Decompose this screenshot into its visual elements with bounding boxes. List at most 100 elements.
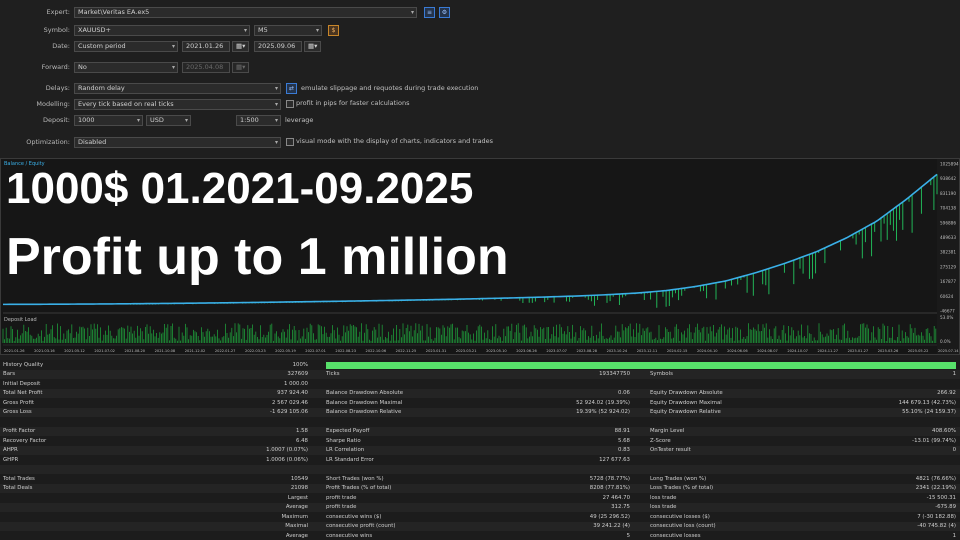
forward-select[interactable]: No ▾ (74, 62, 178, 73)
delays-check-label: emulate slippage and requotes during tra… (301, 84, 479, 92)
stat-label: Equity Drawdown Absolute (650, 390, 723, 396)
deposit-input[interactable]: 1000 ▾ (74, 115, 143, 126)
stats-row: Profit Factor 1.58 Expected Payoff 88.91 Mar… (0, 427, 960, 436)
x-tick-label: 2023.08.28 (576, 349, 597, 353)
stat-label: LR Standard Error (326, 456, 374, 463)
period-select[interactable]: M5 ▾ (254, 25, 322, 36)
stat-value: -15 500.31 (926, 494, 956, 501)
stat-label: Initial Deposit (3, 380, 41, 387)
date-from-input[interactable]: 2021.01.26 (182, 41, 230, 52)
stat-value: -1 629 105.06 (270, 409, 308, 415)
stat-value: 408.60% (932, 428, 956, 434)
stat-label: Average (285, 532, 308, 539)
x-tick-label: 2023.12.11 (637, 349, 658, 353)
deposit-value: 1000 (78, 116, 95, 124)
stats-row: Largest profit trade 27 464.70 loss trade -1… (0, 494, 960, 503)
forward-value: No (78, 63, 87, 71)
modelling-select[interactable]: Every tick based on real ticks ▾ (74, 99, 281, 110)
stat-label: Balance Drawdown Maximal (326, 399, 403, 406)
chevron-down-icon: ▾ (410, 9, 414, 16)
deposit-label: Deposit: (42, 116, 70, 124)
stat-label: Equity Drawdown Maximal (650, 399, 722, 406)
stat-label: Balance Drawdown Absolute (326, 390, 404, 396)
leverage-value: 1:500 (240, 116, 259, 124)
stat-value: 0 (952, 447, 956, 453)
delays-label: Delays: (45, 84, 70, 92)
x-tick-label: 2021.10.08 (155, 349, 176, 353)
x-tick-label: 2025.03.26 (878, 349, 899, 353)
profit-in-pips-checkbox[interactable] (286, 100, 294, 108)
stat-value: 21098 (290, 485, 308, 491)
stats-row: Average consecutive wins 5 consecutive loss… (0, 532, 960, 540)
delays-select[interactable]: Random delay ▾ (74, 83, 281, 94)
stat-value: 52 924.02 (19.39%) (576, 399, 630, 406)
stat-label: Gross Loss (3, 409, 32, 415)
stat-value: 4821 (76.66%) (915, 475, 956, 482)
stat-value: 0.06 (617, 390, 630, 396)
delays-sync-button[interactable]: ⇄ (286, 83, 297, 94)
expert-settings-button[interactable]: ⚙ (439, 7, 450, 18)
stat-label: Sharpe Ratio (326, 437, 361, 444)
calendar-icon: ▦▾ (236, 42, 246, 50)
y-tick-label: 275129 (940, 264, 956, 269)
optimization-select[interactable]: Disabled ▾ (74, 137, 281, 148)
x-tick-label: 2024.10.07 (787, 349, 808, 353)
stat-value: 1.0007 (0.07%) (266, 447, 308, 453)
stat-label: GHPR (3, 456, 19, 463)
x-tick-label: 2023.05.10 (486, 349, 507, 353)
stat-label: Total Trades (3, 475, 35, 482)
date-label: Date: (52, 42, 70, 50)
x-tick-label: 2022.08.23 (335, 349, 356, 353)
stat-label: Recovery Factor (3, 437, 47, 444)
stat-label: loss trade (650, 494, 677, 501)
x-tick-label: 2022.11.25 (396, 349, 417, 353)
stat-value: 2341 (22.19%) (915, 485, 956, 491)
forward-calendar-button: ▦▾ (232, 62, 249, 73)
stat-label: Symbols (650, 371, 673, 377)
date-to-input[interactable]: 2025.09.06 (254, 41, 302, 52)
x-tick-label: 2023.07.07 (546, 349, 567, 353)
symbol-properties-button[interactable]: $ (328, 25, 339, 36)
currency-select[interactable]: USD ▾ (146, 115, 191, 126)
overlay-subheadline: Profit up to 1 million (6, 228, 509, 286)
stat-value: 8208 (77.81%) (589, 485, 630, 491)
chevron-down-icon: ▾ (184, 117, 188, 124)
symbol-select[interactable]: XAUUSD+ ▾ (74, 25, 250, 36)
date-mode-select[interactable]: Custom period ▾ (74, 41, 178, 52)
edit-expert-button[interactable]: ≡ (424, 7, 435, 18)
stat-label: Total Deals (3, 485, 33, 491)
stat-label: Balance Drawdown Relative (326, 409, 402, 415)
stats-row: Total Trades 10549 Short Trades (won %) 572… (0, 475, 960, 484)
stat-label: Average (285, 504, 308, 510)
stat-label: OnTester result (650, 447, 691, 453)
stat-label: consecutive wins (326, 532, 373, 539)
deposit-load-tick: 0.0% (940, 339, 951, 344)
expert-select[interactable]: Market\Veritas EA.ex5 ▾ (74, 7, 417, 18)
visual-mode-checkbox[interactable] (286, 138, 294, 146)
visual-mode-label: visual mode with the display of charts, … (296, 137, 494, 145)
date-mode-value: Custom period (78, 42, 126, 50)
date-from-calendar-button[interactable]: ▦▾ (232, 41, 249, 52)
delays-value: Random delay (78, 84, 125, 92)
stats-row: Total Deals 21098 Profit Trades (% of tota… (0, 484, 960, 493)
y-axis-panel (937, 159, 959, 354)
stat-label: consecutive losses ($) (650, 513, 710, 520)
x-tick-label: 2022.03.23 (245, 349, 266, 353)
stats-row (0, 418, 960, 427)
x-tick-label: 2021.07.02 (94, 349, 115, 353)
x-tick-label: 2022.10.06 (366, 349, 387, 353)
stat-value: 19.39% (52 924.02) (576, 409, 630, 415)
date-to-calendar-button[interactable]: ▦▾ (304, 41, 321, 52)
x-tick-label: 2022.01.27 (215, 349, 236, 353)
symbol-value: XAUUSD+ (78, 26, 111, 34)
stat-value: -13.01 (99.74%) (912, 437, 956, 444)
stat-value: -675.89 (935, 504, 956, 510)
leverage-select[interactable]: 1:500 ▾ (236, 115, 281, 126)
expert-value: Market\Veritas EA.ex5 (78, 8, 150, 16)
history-quality-value: 100% (292, 362, 308, 368)
chevron-down-icon: ▾ (274, 85, 278, 92)
stats-row: AHPR 1.0007 (0.07%) LR Correlation 0.83 OnTe… (0, 446, 960, 455)
stat-value: 1.0006 (0.06%) (266, 456, 308, 463)
y-tick-label: 938642 (940, 176, 956, 181)
stat-label: AHPR (3, 447, 18, 453)
